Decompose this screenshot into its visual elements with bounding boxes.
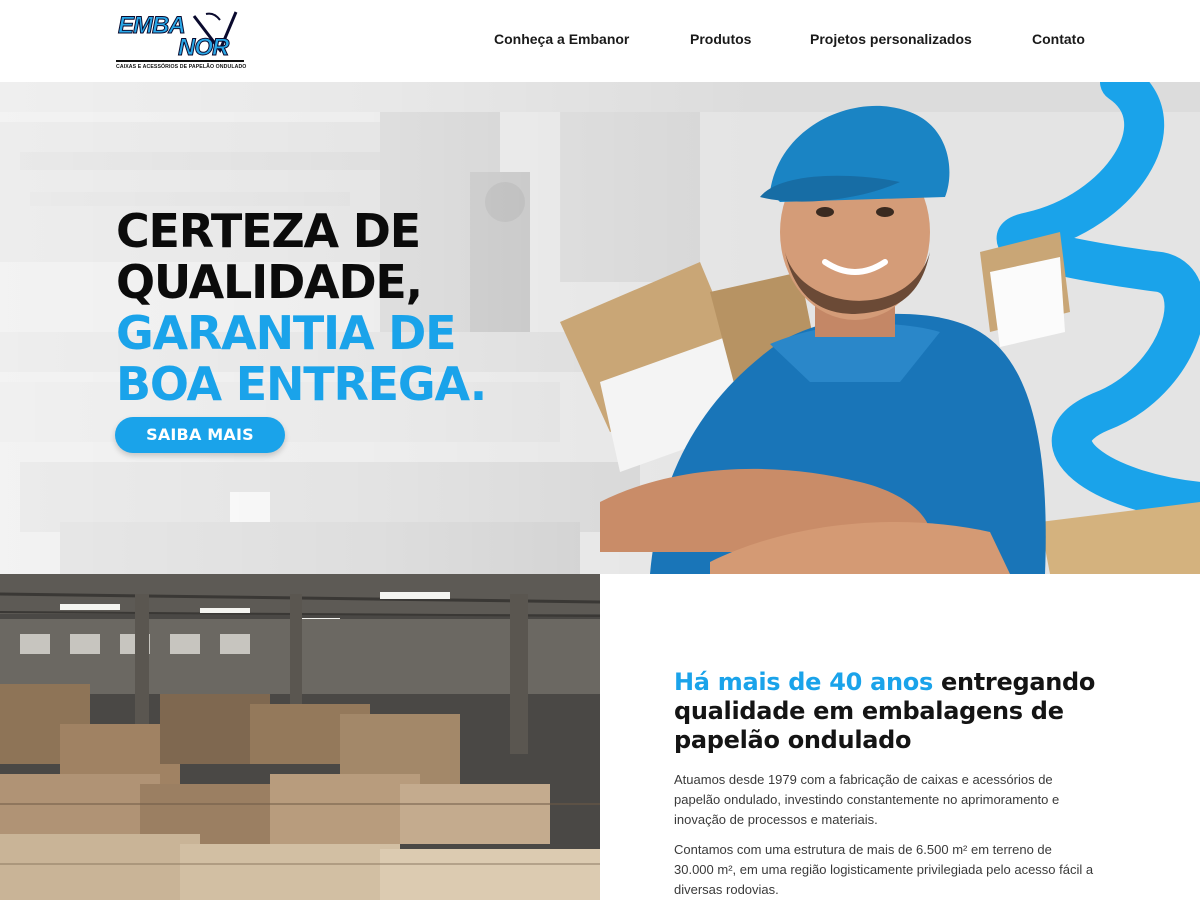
warehouse-image	[0, 574, 600, 900]
hero-headline-line3: GARANTIA DE	[116, 306, 457, 360]
hero-headline-line1: CERTEZA DE	[116, 204, 421, 258]
site-header: EMBA NOR CAIXAS E ACESSÓRIOS DE PAPELÃO …	[0, 0, 1200, 82]
warehouse-photo	[0, 574, 600, 900]
logo-tagline: CAIXAS E ACESSÓRIOS DE PAPELÃO ONDULADO	[116, 64, 247, 70]
nav-contato[interactable]: Contato	[1032, 31, 1085, 47]
hero-banner: CERTEZA DE QUALIDADE, GARANTIA DE BOA EN…	[0, 82, 1200, 574]
logo-text-bottom: NOR	[177, 34, 229, 62]
logo-rule	[116, 60, 244, 62]
about-paragraph-1: Atuamos desde 1979 com a fabricação de c…	[674, 772, 1060, 827]
logo-text-top: EMBA	[118, 12, 187, 40]
nav-projetos-personalizados[interactable]: Projetos personalizados	[810, 31, 972, 47]
about-title: Há mais de 40 anos entregando qualidade …	[674, 668, 1114, 755]
nav-produtos[interactable]: Produtos	[690, 31, 751, 47]
hero-headline-line4: BOA ENTREGA.	[116, 357, 487, 411]
saiba-mais-button[interactable]: SAIBA MAIS	[115, 417, 285, 453]
hero-headline: CERTEZA DE QUALIDADE, GARANTIA DE BOA EN…	[116, 204, 487, 411]
nav-conheca-embanor[interactable]: Conheça a Embanor	[494, 31, 629, 47]
hero-headline-line2: QUALIDADE,	[116, 255, 423, 309]
about-section: Há mais de 40 anos entregando qualidade …	[600, 574, 1200, 900]
about-paragraph-2: Contamos com uma estrutura de mais de 6.…	[674, 842, 1094, 897]
about-title-accent: Há mais de 40 anos	[674, 668, 933, 696]
delivery-worker-image	[560, 82, 1200, 574]
embanor-logo[interactable]: EMBA NOR CAIXAS E ACESSÓRIOS DE PAPELÃO …	[116, 10, 247, 72]
